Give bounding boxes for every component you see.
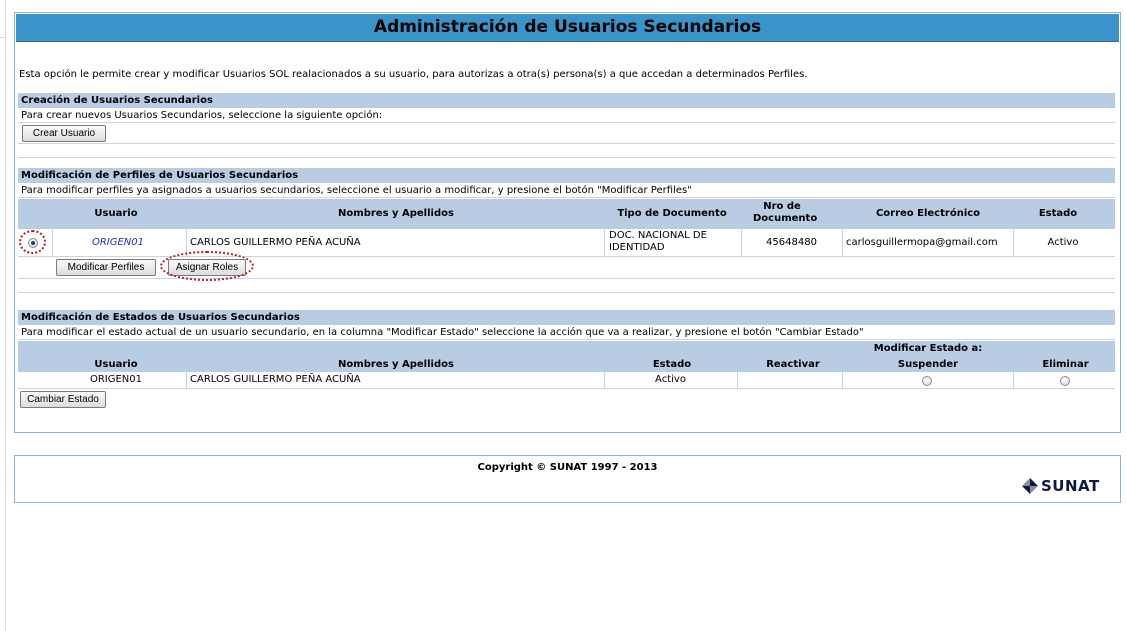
copyright-text: Copyright © SUNAT 1997 - 2013 bbox=[477, 462, 658, 473]
sunat-logo-icon bbox=[1022, 478, 1038, 494]
suspend-radio[interactable] bbox=[922, 376, 932, 386]
creation-section-heading: Creación de Usuarios Secundarios bbox=[18, 93, 1115, 108]
document-number: 45648480 bbox=[766, 237, 817, 248]
user-fullname: CARLOS GUILLERMO PEÑA ACUÑA bbox=[190, 237, 361, 248]
change-state-button[interactable]: Cambiar Estado bbox=[20, 391, 106, 408]
col-estado: Estado bbox=[652, 359, 692, 370]
col-nombres: Nombres y Apellidos bbox=[338, 208, 454, 219]
sunat-logo: SUNAT bbox=[1021, 476, 1117, 496]
highlight-circle-radio bbox=[19, 230, 46, 254]
intro-text: Esta opción le permite crear y modificar… bbox=[19, 69, 808, 80]
col-usuario: Usuario bbox=[94, 208, 138, 219]
state-user-id: ORIGEN01 bbox=[89, 374, 143, 385]
highlight-circle-assign-roles bbox=[160, 251, 254, 281]
col-estado: Estado bbox=[1038, 208, 1078, 219]
footer: Copyright © SUNAT 1997 - 2013 SUNAT bbox=[14, 455, 1121, 503]
creation-instruction: Para crear nuevos Usuarios Secundarios, … bbox=[18, 108, 1115, 123]
delete-radio[interactable] bbox=[1060, 376, 1070, 386]
profiles-button-row: Modificar Perfiles Asignar Roles bbox=[18, 251, 1115, 281]
spacer-row bbox=[18, 144, 1115, 158]
col-usuario: Usuario bbox=[94, 359, 138, 370]
profiles-instruction: Para modificar perfiles ya asignados a u… bbox=[18, 183, 1115, 198]
spacer-row bbox=[18, 279, 1115, 293]
state-current-status: Activo bbox=[655, 374, 686, 385]
states-button-row: Cambiar Estado bbox=[18, 389, 1115, 411]
profiles-table-header: Usuario Nombres y Apellidos Tipo de Docu… bbox=[18, 199, 1115, 229]
col-nro-documento: Nro de Documento bbox=[753, 201, 818, 224]
modify-state-group-header: Modificar Estado a: bbox=[873, 343, 983, 354]
user-link[interactable]: ORIGEN01 bbox=[78, 237, 158, 249]
col-correo: Correo Electrónico bbox=[875, 208, 981, 219]
sunat-logo-text: SUNAT bbox=[1041, 477, 1100, 495]
table-row: ORIGEN01 CARLOS GUILLERMO PEÑA ACUÑA Act… bbox=[18, 372, 1115, 389]
col-nombres: Nombres y Apellidos bbox=[338, 359, 454, 370]
user-email: carlosguillermopa@gmail.com bbox=[846, 237, 998, 248]
frame-tick bbox=[0, 37, 5, 38]
left-frame-divider bbox=[5, 0, 6, 631]
creation-button-row: Crear Usuario bbox=[18, 124, 1115, 144]
col-suspender: Suspender bbox=[897, 359, 959, 370]
document-type: DOC. NACIONAL DE IDENTIDAD bbox=[609, 230, 707, 253]
states-table-header: Modificar Estado a: Usuario Nombres y Ap… bbox=[18, 341, 1115, 372]
col-tipo-documento: Tipo de Documento bbox=[617, 208, 727, 219]
main-panel: Administración de Usuarios Secundarios E… bbox=[14, 12, 1121, 433]
states-instruction: Para modificar el estado actual de un us… bbox=[18, 325, 1115, 340]
states-section-heading: Modificación de Estados de Usuarios Secu… bbox=[18, 310, 1115, 325]
create-user-button[interactable]: Crear Usuario bbox=[22, 125, 106, 142]
profiles-section-heading: Modificación de Perfiles de Usuarios Sec… bbox=[18, 168, 1115, 183]
page-title: Administración de Usuarios Secundarios bbox=[16, 14, 1119, 42]
modify-profiles-button[interactable]: Modificar Perfiles bbox=[56, 259, 156, 276]
state-user-fullname: CARLOS GUILLERMO PEÑA ACUÑA bbox=[190, 374, 361, 385]
col-eliminar: Eliminar bbox=[1042, 359, 1089, 370]
user-status: Activo bbox=[1047, 237, 1079, 248]
col-reactivar: Reactivar bbox=[766, 359, 820, 370]
